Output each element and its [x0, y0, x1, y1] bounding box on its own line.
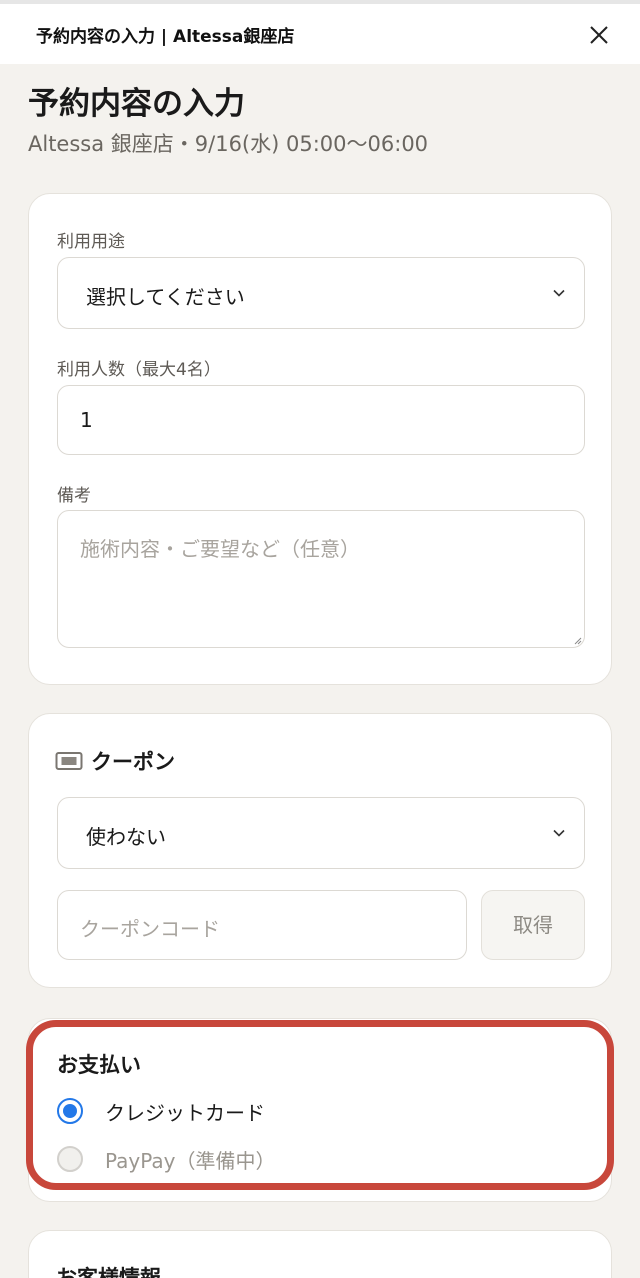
- resize-handle-icon[interactable]: [572, 635, 582, 645]
- header-title: 予約内容の入力 | Altessa銀座店: [36, 27, 295, 47]
- radio-credit-card-label[interactable]: クレジットカード: [105, 1097, 265, 1126]
- close-button[interactable]: [584, 20, 614, 50]
- notes-textarea[interactable]: 施術内容・ご要望など（任意）: [57, 510, 585, 648]
- people-input-value: 1: [80, 408, 93, 432]
- notes-label: 備考: [57, 486, 91, 506]
- purpose-label: 利用用途: [57, 232, 125, 252]
- customer-title: お客様情報: [56, 1266, 161, 1278]
- coupon-card: クーポン 使わない クーポンコード 取得: [28, 713, 612, 988]
- purpose-select[interactable]: 選択してください: [57, 257, 585, 329]
- page-subtitle: Altessa 銀座店・9/16(水) 05:00〜06:00: [28, 132, 429, 156]
- people-input[interactable]: 1: [57, 385, 585, 455]
- chevron-down-icon: [553, 289, 565, 297]
- get-coupon-button[interactable]: 取得: [481, 890, 585, 960]
- chevron-down-icon: [553, 829, 565, 837]
- coupon-select[interactable]: 使わない: [57, 797, 585, 869]
- ticket-icon: [55, 752, 83, 770]
- radio-paypay[interactable]: [57, 1146, 83, 1172]
- coupon-code-input[interactable]: クーポンコード: [57, 890, 467, 960]
- coupon-title: クーポン: [91, 750, 175, 774]
- radio-credit-card[interactable]: [57, 1098, 83, 1124]
- payment-title: お支払い: [57, 1053, 141, 1077]
- details-card: 利用用途 選択してください 利用人数（最大4名） 1 備考 施術内容・ご要望など…: [28, 193, 612, 685]
- people-label: 利用人数（最大4名）: [57, 360, 221, 380]
- coupon-code-placeholder: クーポンコード: [80, 917, 220, 941]
- purpose-select-value: 選択してください: [86, 285, 245, 309]
- payment-card: お支払い クレジットカード PayPay（準備中）: [28, 1018, 612, 1202]
- close-icon: [590, 26, 608, 44]
- top-bar: 予約内容の入力 | Altessa銀座店: [0, 0, 640, 64]
- notes-placeholder: 施術内容・ご要望など（任意）: [80, 537, 360, 561]
- page-title: 予約内容の入力: [28, 86, 245, 122]
- radio-paypay-label[interactable]: PayPay（準備中）: [105, 1145, 276, 1174]
- coupon-select-value: 使わない: [86, 825, 166, 849]
